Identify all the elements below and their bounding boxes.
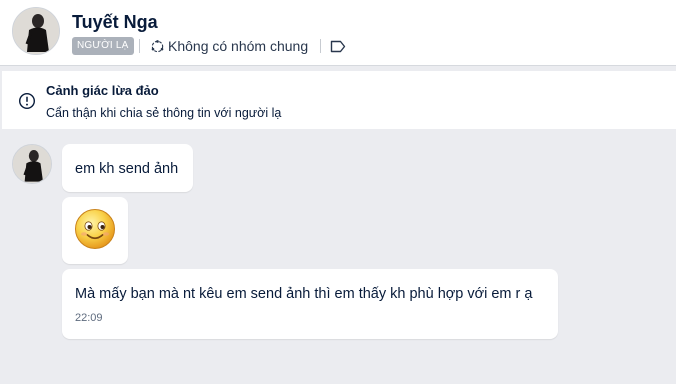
message-timestamp: 22:09 [75,312,103,324]
header-divider [320,39,321,53]
contact-name[interactable]: Tuyết Nga [72,12,158,33]
contact-avatar[interactable] [12,7,60,55]
warning-title: Cảnh giác lừa đảo [46,83,159,98]
group-icon [151,39,164,52]
info-icon [18,92,36,110]
message-text: Mà mấy bạn mà nt kêu em send ảnh thì em … [75,286,533,302]
common-groups-label: Không có nhóm chung [168,38,309,54]
smiling-face-emoji [75,209,115,249]
common-groups-button[interactable]: Không có nhóm chung [150,37,308,55]
tag-icon[interactable] [330,40,346,53]
header-divider [139,39,140,53]
scam-warning-banner [2,71,676,129]
warning-text: Cẩn thận khi chia sẻ thông tin với người… [46,106,282,120]
message-bubble[interactable] [62,269,558,339]
chat-header: Tuyết Nga NGƯỜI LẠ Không có nhóm chung [0,0,676,66]
message-text: em kh send ảnh [75,161,179,177]
sender-avatar[interactable] [12,144,52,184]
stranger-badge: NGƯỜI LẠ [72,37,134,55]
